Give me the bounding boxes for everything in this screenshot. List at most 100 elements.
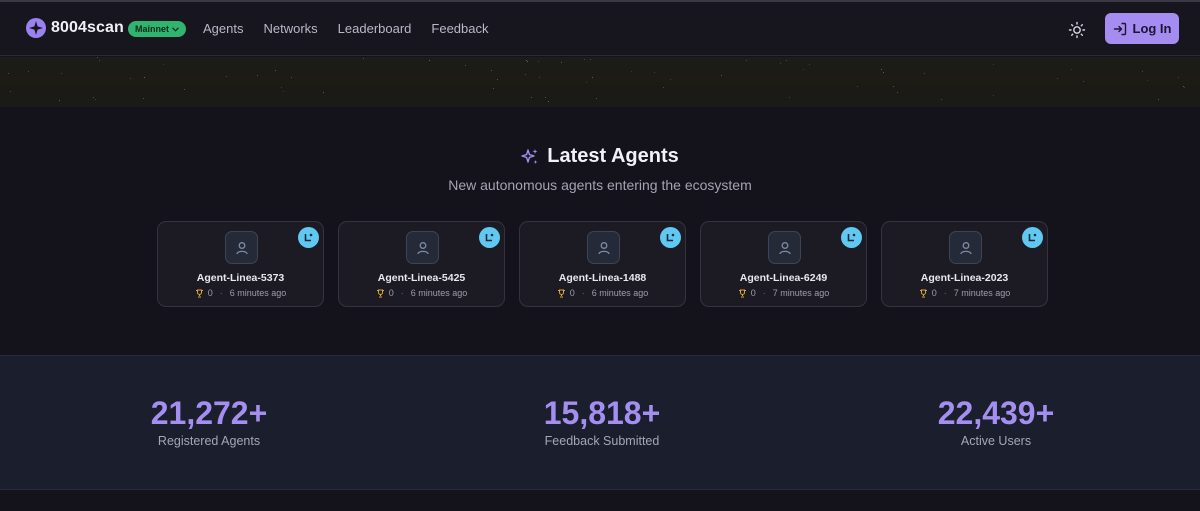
star-dot	[291, 77, 292, 78]
stat-feedback-submitted: 15,818+ Feedback Submitted	[452, 394, 752, 448]
sparkle-logo-icon	[26, 18, 46, 38]
star-dot	[883, 72, 884, 73]
star-dot	[1158, 99, 1159, 100]
star-dot	[857, 86, 858, 87]
star-dot	[93, 97, 94, 98]
agent-card[interactable]: Agent-Linea-5373 0 · 6 minutes ago	[157, 221, 324, 307]
star-dot	[59, 100, 60, 101]
page: 8004scan Mainnet Agents Networks Leaderb…	[0, 0, 1200, 511]
login-button[interactable]: Log In	[1105, 13, 1179, 44]
star-dot	[283, 91, 284, 92]
section-heading: Latest Agents	[0, 145, 1200, 168]
agent-time: 7 minutes ago	[772, 288, 830, 298]
user-icon	[225, 231, 258, 264]
separator: ·	[762, 288, 766, 298]
star-dot	[746, 60, 747, 61]
user-icon	[587, 231, 620, 264]
star-dot	[538, 61, 539, 62]
star-dot	[526, 60, 527, 61]
brand-name: 8004scan	[51, 19, 124, 36]
star-dot	[323, 92, 324, 93]
star-dot	[539, 77, 540, 78]
star-dot	[663, 87, 664, 88]
star-dot	[924, 73, 925, 74]
stat-value: 22,439+	[937, 395, 1055, 431]
nav-feedback[interactable]: Feedback	[431, 21, 488, 36]
star-dot	[184, 89, 185, 90]
star-dot	[257, 75, 258, 76]
agent-card[interactable]: Agent-Linea-6249 0 · 7 minutes ago	[700, 221, 867, 307]
star-dot	[548, 101, 549, 102]
star-dot	[1071, 69, 1072, 70]
star-dot	[941, 99, 942, 100]
star-dot	[592, 77, 593, 78]
linea-chain-icon	[841, 227, 862, 248]
stat-label: Active Users	[960, 434, 1032, 448]
user-icon	[768, 231, 801, 264]
agent-time: 6 minutes ago	[410, 288, 468, 298]
stats-section: 21,272+ Registered Agents 15,818+ Feedba…	[0, 355, 1200, 490]
agent-card[interactable]: Agent-Linea-5425 0 · 6 minutes ago	[338, 221, 505, 307]
star-dot	[786, 60, 787, 61]
star-dot	[497, 79, 498, 80]
star-dot	[28, 71, 29, 72]
section-subtitle: New autonomous agents entering the ecosy…	[448, 177, 752, 193]
trophy-icon	[557, 289, 565, 297]
star-dot	[993, 95, 994, 96]
trophy-icon	[919, 289, 927, 297]
star-dot	[1142, 71, 1143, 72]
agent-time: 6 minutes ago	[229, 288, 287, 298]
agent-score: 0	[750, 288, 756, 298]
star-dot	[596, 98, 597, 99]
top-header: 8004scan Mainnet Agents Networks Leaderb…	[0, 2, 1200, 56]
star-dot	[99, 60, 100, 61]
agent-name: Agent-Linea-5425	[377, 272, 466, 284]
section-title: Latest Agents	[547, 145, 679, 167]
linea-chain-icon	[479, 227, 500, 248]
brand-logo[interactable]: 8004scan	[26, 18, 124, 38]
user-icon	[949, 231, 982, 264]
separator: ·	[581, 288, 585, 298]
star-dot	[143, 98, 144, 99]
agent-time: 6 minutes ago	[591, 288, 649, 298]
nav-leaderboard[interactable]: Leaderboard	[338, 21, 412, 36]
network-selector[interactable]: Mainnet	[128, 21, 187, 37]
agent-name: Agent-Linea-6249	[739, 272, 828, 284]
star-dot	[1184, 87, 1185, 88]
star-dot	[780, 63, 781, 64]
agent-meta: 0 · 6 minutes ago	[158, 288, 323, 298]
agent-score: 0	[388, 288, 394, 298]
agent-meta: 0 · 6 minutes ago	[339, 288, 504, 298]
stat-label: Registered Agents	[157, 434, 261, 448]
star-dot	[8, 73, 9, 74]
agent-card[interactable]: Agent-Linea-1488 0 · 6 minutes ago	[519, 221, 686, 307]
agent-name: Agent-Linea-1488	[558, 272, 647, 284]
star-dot	[95, 99, 96, 100]
star-dot	[1147, 80, 1148, 81]
agent-meta: 0 · 7 minutes ago	[701, 288, 866, 298]
starfield-banner	[0, 57, 1200, 107]
nav-networks[interactable]: Networks	[263, 21, 317, 36]
trophy-icon	[195, 289, 203, 297]
star-dot	[561, 62, 562, 63]
trophy-icon	[376, 289, 384, 297]
agent-score: 0	[569, 288, 575, 298]
stat-label: Feedback Submitted	[544, 434, 660, 448]
star-dot	[584, 59, 585, 60]
nav-agents[interactable]: Agents	[203, 21, 243, 36]
agent-card[interactable]: Agent-Linea-2023 0 · 7 minutes ago	[881, 221, 1048, 307]
star-dot	[531, 97, 532, 98]
star-dot	[525, 74, 526, 75]
star-dot	[545, 97, 546, 98]
network-label: Mainnet	[135, 24, 170, 34]
star-dot	[10, 91, 11, 92]
agent-score: 0	[931, 288, 937, 298]
theme-toggle-button[interactable]	[1066, 19, 1088, 41]
star-dot	[897, 92, 898, 93]
star-dot	[670, 79, 671, 80]
star-dot	[1057, 78, 1058, 79]
agent-meta: 0 · 6 minutes ago	[520, 288, 685, 298]
agent-name: Agent-Linea-5373	[196, 272, 285, 284]
star-dot	[493, 88, 494, 89]
linea-chain-icon	[1022, 227, 1043, 248]
